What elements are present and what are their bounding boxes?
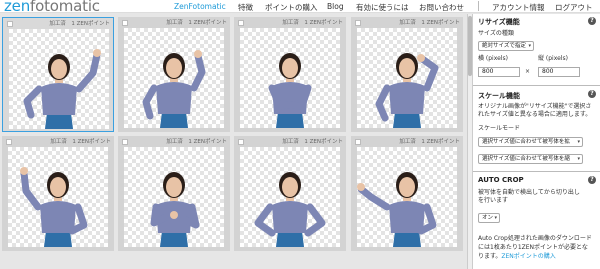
photo-thumbnail[interactable] xyxy=(124,147,224,247)
image-status-label: 加工済 1 ZENポイント xyxy=(282,20,343,26)
image-status-label: 加工済 1 ZENポイント xyxy=(399,20,460,26)
person-figure xyxy=(254,172,326,247)
person-figure xyxy=(142,50,206,128)
resize-help-icon[interactable]: ? xyxy=(588,17,596,25)
autocrop-note-line2: には1枚あたり1ZENポイントが必要とな xyxy=(478,244,588,251)
image-card-header: 加工済 1 ZENポイント xyxy=(234,136,346,146)
image-select-checkbox[interactable] xyxy=(122,20,128,26)
height-label: 縦 (pixels) xyxy=(538,55,568,62)
image-card[interactable]: 加工済 1 ZENポイント xyxy=(2,17,114,132)
autocrop-note-line1: Auto Crop処理された画像のダウンロード xyxy=(478,235,592,242)
image-card[interactable]: 加工済 1 ZENポイント xyxy=(351,136,463,251)
person-figure xyxy=(23,49,101,129)
nav-logout[interactable]: ログアウト xyxy=(555,2,593,13)
person-figure xyxy=(375,53,439,128)
nav-tips[interactable]: 有効に使うには xyxy=(356,2,409,13)
size-type-select[interactable]: 絶対サイズで指定 ▾ xyxy=(478,41,534,51)
nav-zenfotomatic[interactable]: ZenFotomatic xyxy=(174,2,226,11)
image-card-header: 加工済 1 ZENポイント xyxy=(118,17,230,27)
scale-desc-line2: れたサイズ値と異なる場合に適用します。 xyxy=(478,111,592,118)
person-figure xyxy=(268,53,312,128)
image-card[interactable]: 加工済 1 ZENポイント xyxy=(118,17,230,132)
settings-sidebar: リサイズ機能 ? サイズの種類 絶対サイズで指定 ▾ 横 (pixels) 縦 (… xyxy=(472,14,600,269)
image-status-label: 加工済 1 ZENポイント xyxy=(166,20,227,26)
image-card[interactable]: 加工済 1 ZENポイント xyxy=(234,17,346,132)
autocrop-desc-line1: 被写体を自動で検出してから切り出し xyxy=(478,189,580,196)
nav-account[interactable]: アカウント情報 xyxy=(492,2,545,13)
image-grid: 加工済 1 ZENポイント 加工済 1 ZENポイント 加工済 1 ZENポイン… xyxy=(0,14,467,269)
chevron-down-icon: ▾ xyxy=(494,215,497,221)
nav-contact[interactable]: お問い合わせ xyxy=(419,2,464,13)
size-type-value: 絶対サイズで指定 xyxy=(482,43,526,49)
image-card[interactable]: 加工済 1 ZENポイント xyxy=(234,136,346,251)
image-status-label: 加工済 1 ZENポイント xyxy=(166,139,227,145)
section-divider xyxy=(473,171,600,172)
chevron-down-icon: ▾ xyxy=(577,139,580,145)
image-card[interactable]: 加工済 1 ZENポイント xyxy=(118,136,230,251)
image-card-header: 加工済 1 ZENポイント xyxy=(351,136,463,146)
section-divider xyxy=(473,85,600,86)
nav-buy-points[interactable]: ポイントの購入 xyxy=(265,2,318,13)
height-input[interactable]: 800 xyxy=(538,67,580,77)
top-header: zenfotomatic ZenFotomatic 特徴 ポイントの購入 Blo… xyxy=(0,0,600,15)
size-type-label: サイズの種類 xyxy=(478,30,514,37)
scale-mode-label: スケールモード xyxy=(478,125,521,132)
image-card-header: 加工済 1 ZENポイント xyxy=(234,17,346,27)
scale-section-title: スケール機能 xyxy=(478,92,520,100)
chevron-down-icon: ▾ xyxy=(577,156,580,162)
chevron-down-icon: ▾ xyxy=(528,43,531,49)
person-figure xyxy=(357,172,437,247)
person-figure xyxy=(150,172,200,247)
resize-section-title: リサイズ機能 xyxy=(478,18,520,26)
scale-mode-2-value: 選択サイズ値に合わせて被写体を縮 xyxy=(482,156,570,162)
scale-mode-select-1[interactable]: 選択サイズ値に合わせて被写体を拡 ▾ xyxy=(478,137,583,147)
autocrop-help-icon[interactable]: ? xyxy=(588,176,596,184)
image-select-checkbox[interactable] xyxy=(238,139,244,145)
image-card-header: 加工済 1 ZENポイント xyxy=(2,136,114,146)
autocrop-section-title: AUTO CROP xyxy=(478,176,524,184)
autocrop-select[interactable]: オン ▾ xyxy=(478,213,500,223)
photo-thumbnail[interactable] xyxy=(8,147,108,247)
width-input[interactable]: 800 xyxy=(478,67,520,77)
width-label: 横 (pixels) xyxy=(478,55,508,62)
photo-thumbnail[interactable] xyxy=(240,28,340,128)
scale-mode-select-2[interactable]: 選択サイズ値に合わせて被写体を縮 ▾ xyxy=(478,154,583,164)
photo-thumbnail[interactable] xyxy=(357,147,457,247)
image-status-label: 加工済 1 ZENポイント xyxy=(49,21,110,27)
nav-features[interactable]: 特徴 xyxy=(238,2,253,13)
scale-help-icon[interactable]: ? xyxy=(588,90,596,98)
nav-blog[interactable]: Blog xyxy=(327,2,344,11)
logo-fotomatic-text: fotomatic xyxy=(30,0,100,15)
scale-mode-1-value: 選択サイズ値に合わせて被写体を拡 xyxy=(482,139,570,145)
autocrop-desc-line2: を行います xyxy=(478,197,509,204)
logo-zen-text: zen xyxy=(4,0,31,15)
photo-thumbnail[interactable] xyxy=(9,29,109,129)
photo-thumbnail[interactable] xyxy=(357,28,457,128)
image-card[interactable]: 加工済 1 ZENポイント xyxy=(351,17,463,132)
image-status-label: 加工済 1 ZENポイント xyxy=(50,139,111,145)
image-card[interactable]: 加工済 1 ZENポイント xyxy=(2,136,114,251)
buy-points-link[interactable]: ZENポイントの購入 xyxy=(501,253,555,260)
image-select-checkbox[interactable] xyxy=(6,139,12,145)
image-card-header: 加工済 1 ZENポイント xyxy=(3,18,113,28)
person-figure xyxy=(20,167,88,247)
image-select-checkbox[interactable] xyxy=(122,139,128,145)
image-status-label: 加工済 1 ZENポイント xyxy=(282,139,343,145)
photo-thumbnail[interactable] xyxy=(124,28,224,128)
nav-divider xyxy=(478,1,479,11)
image-select-checkbox[interactable] xyxy=(355,139,361,145)
image-select-checkbox[interactable] xyxy=(238,20,244,26)
image-select-checkbox[interactable] xyxy=(7,21,13,27)
autocrop-note-prefix: ります。 xyxy=(478,253,502,260)
scale-desc-line1: オリジナル画像が"リサイズ機能"で選択さ xyxy=(478,103,592,110)
times-symbol: × xyxy=(525,68,531,75)
image-card-header: 加工済 1 ZENポイント xyxy=(118,136,230,146)
photo-thumbnail[interactable] xyxy=(240,147,340,247)
app-logo[interactable]: zenfotomatic xyxy=(4,0,100,15)
autocrop-note-line3: ります。ZENポイントの購入 xyxy=(478,253,556,261)
autocrop-value: オン xyxy=(482,215,494,221)
image-status-label: 加工済 1 ZENポイント xyxy=(399,139,460,145)
image-select-checkbox[interactable] xyxy=(355,20,361,26)
image-card-header: 加工済 1 ZENポイント xyxy=(351,17,463,27)
